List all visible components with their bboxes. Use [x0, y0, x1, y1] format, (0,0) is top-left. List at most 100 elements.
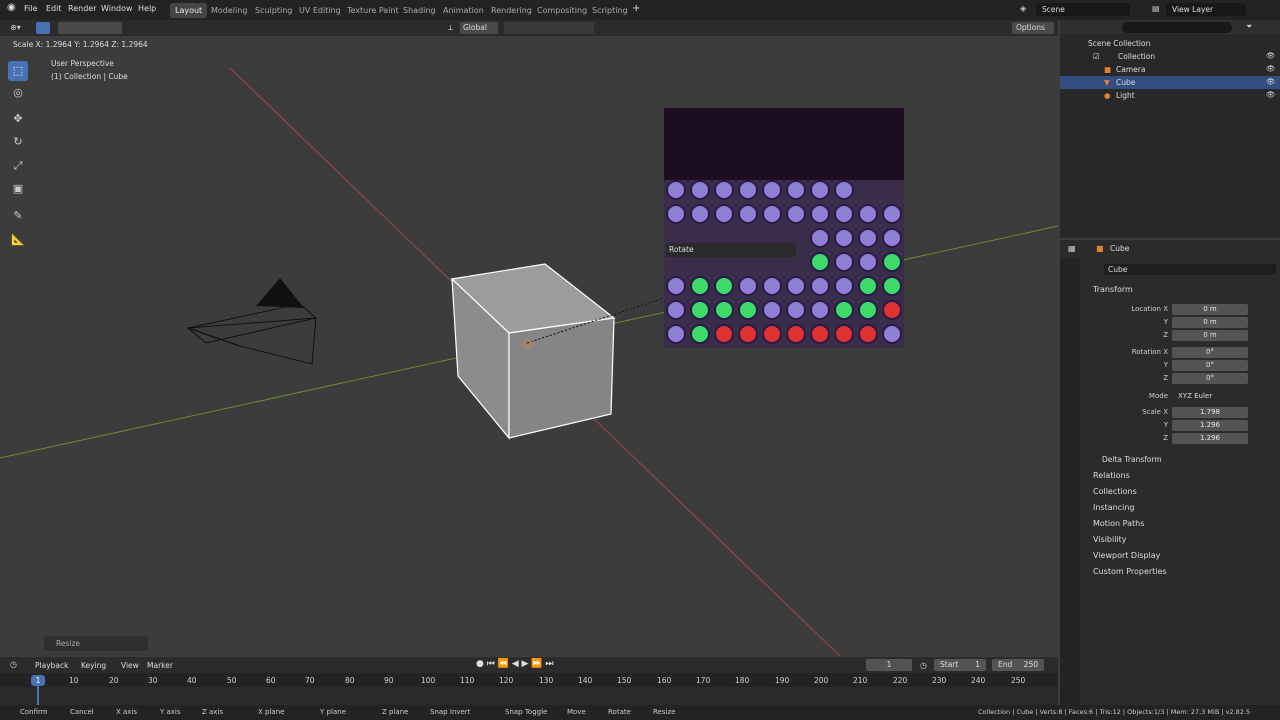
menu-edit[interactable]: Edit	[46, 4, 62, 13]
blender-logo-icon[interactable]: ◉	[7, 2, 16, 13]
outliner-row-camera[interactable]: ■ Camera 👁	[1060, 63, 1280, 76]
tick-110: 110	[460, 676, 475, 685]
move-tool-icon[interactable]: ✥	[8, 109, 28, 129]
status-snap-toggle: Snap Toggle	[505, 708, 548, 716]
editor-type-icon[interactable]: ⊕▾	[10, 23, 21, 32]
tab-compositing[interactable]: Compositing	[532, 3, 592, 18]
annotate-tool-icon[interactable]: ✎	[8, 206, 28, 226]
icon-11	[738, 204, 758, 224]
tick-70: 70	[305, 676, 315, 685]
playhead[interactable]: 1	[31, 675, 45, 686]
icon-39	[738, 300, 758, 320]
status-cancel: Cancel	[70, 708, 94, 716]
icon-6	[810, 180, 830, 200]
tab-modeling[interactable]: Modeling	[206, 3, 252, 18]
tab-rendering[interactable]: Rendering	[486, 3, 537, 18]
panel-visibility[interactable]: Visibility	[1093, 535, 1127, 544]
view-menu[interactable]: View	[121, 661, 139, 670]
end-frame-field[interactable]: End 250	[992, 659, 1044, 671]
icon-7	[834, 180, 854, 200]
rotation-y-field[interactable]: 0°	[1172, 360, 1248, 371]
scale-x-field[interactable]: 1.798	[1172, 407, 1248, 418]
panel-collections[interactable]: Collections	[1093, 487, 1137, 496]
rotation-x-field[interactable]: 0°	[1172, 347, 1248, 358]
cursor-tool-icon[interactable]: ◎	[8, 83, 28, 103]
tick-30: 30	[148, 676, 158, 685]
view-layer-selector[interactable]: View Layer	[1166, 3, 1246, 16]
menu-render[interactable]: Render	[68, 4, 96, 13]
scene-selector[interactable]: Scene	[1036, 3, 1130, 16]
scale-z-field[interactable]: 1.296	[1172, 433, 1248, 444]
transform-panel-header[interactable]: Transform	[1093, 285, 1133, 294]
scale-y-field[interactable]: 1.296	[1172, 420, 1248, 431]
outliner-row-cube[interactable]: ▼ Cube 👁	[1060, 76, 1280, 89]
snap-tools[interactable]	[504, 22, 594, 34]
transform-status: Scale X: 1.2964 Y: 1.2964 Z: 1.2964	[13, 40, 148, 49]
tab-uv-editing[interactable]: UV Editing	[294, 3, 346, 18]
menu-window[interactable]: Window	[101, 4, 133, 13]
transform-tool-icon[interactable]: ▣	[8, 179, 28, 199]
object-name-field[interactable]: Cube	[1104, 264, 1276, 275]
icon-25	[882, 252, 902, 272]
playback-menu[interactable]: Playback	[35, 661, 68, 670]
keying-menu[interactable]: Keying	[81, 661, 106, 670]
panel-viewport-display[interactable]: Viewport Display	[1093, 551, 1160, 560]
add-workspace-button[interactable]: +	[632, 3, 640, 14]
panel-relations[interactable]: Relations	[1093, 471, 1130, 480]
icon-14	[810, 204, 830, 224]
panel-motion-paths[interactable]: Motion Paths	[1093, 519, 1144, 528]
last-operator-panel[interactable]: Resize	[44, 636, 148, 651]
timeline-editor-icon[interactable]: ◷	[10, 660, 17, 669]
icon-4	[762, 180, 782, 200]
tab-texture-paint[interactable]: Texture Paint	[342, 3, 404, 18]
icon-35	[882, 276, 902, 296]
location-z-field[interactable]: 0 m	[1172, 330, 1248, 341]
icon-15	[834, 204, 854, 224]
measure-tool-icon[interactable]: 📐	[8, 230, 28, 250]
menu-file[interactable]: File	[24, 4, 37, 13]
outliner-search-input[interactable]	[1122, 22, 1232, 33]
tab-scripting[interactable]: Scripting	[587, 3, 633, 18]
tick-100: 100	[421, 676, 436, 685]
playback-controls[interactable]: ● ⏮ ⏪ ◀ ▶ ⏩ ⏭	[476, 659, 553, 669]
tab-animation[interactable]: Animation	[438, 3, 489, 18]
panel-instancing[interactable]: Instancing	[1093, 503, 1134, 512]
keyframe-area[interactable]	[0, 687, 1058, 705]
icon-41	[786, 300, 806, 320]
icon-51	[786, 324, 806, 344]
camera-body	[187, 317, 317, 365]
select-box-modes[interactable]	[58, 22, 122, 34]
filter-icon[interactable]: ⏷	[1246, 22, 1252, 32]
tab-shading[interactable]: Shading	[398, 3, 441, 18]
options-button[interactable]: Options	[1012, 22, 1054, 34]
clock-icon[interactable]: ◷	[920, 661, 927, 670]
tab-sculpting[interactable]: Sculpting	[250, 3, 297, 18]
marker-menu[interactable]: Marker	[147, 661, 173, 670]
location-x-field[interactable]: 0 m	[1172, 304, 1248, 315]
location-y-field[interactable]: 0 m	[1172, 317, 1248, 328]
panel-custom-properties[interactable]: Custom Properties	[1093, 567, 1167, 576]
scale-tool-icon[interactable]: ⤢	[8, 156, 28, 176]
outliner-row-scene-collection[interactable]: Scene Collection	[1060, 37, 1280, 50]
rotate-tool-icon[interactable]: ↻	[8, 132, 28, 152]
properties-editor-icon[interactable]: ▦	[1068, 244, 1076, 253]
start-frame-field[interactable]: Start 1	[934, 659, 986, 671]
icon-0	[666, 180, 686, 200]
rotation-mode-dropdown[interactable]: XYZ Euler	[1174, 391, 1248, 402]
icon-18	[810, 228, 830, 248]
icon-13	[786, 204, 806, 224]
delta-transform-subpanel[interactable]: Delta Transform	[1102, 455, 1162, 464]
select-mode-button[interactable]	[36, 22, 50, 34]
icon-50	[762, 324, 782, 344]
select-tool-icon[interactable]: ⬚	[8, 61, 28, 81]
outliner-row-collection[interactable]: ☑ Collection 👁	[1060, 50, 1280, 63]
menu-help[interactable]: Help	[138, 4, 156, 13]
current-frame-field[interactable]: 1	[866, 659, 912, 671]
status-resize: Resize	[653, 708, 676, 716]
outliner-row-light[interactable]: ● Light 👁	[1060, 89, 1280, 102]
status-z-axis: Z axis	[202, 708, 224, 716]
orientation-dropdown[interactable]: Global	[460, 22, 498, 34]
rotation-z-field[interactable]: 0°	[1172, 373, 1248, 384]
tab-layout[interactable]: Layout	[170, 3, 208, 18]
tick-140: 140	[578, 676, 593, 685]
